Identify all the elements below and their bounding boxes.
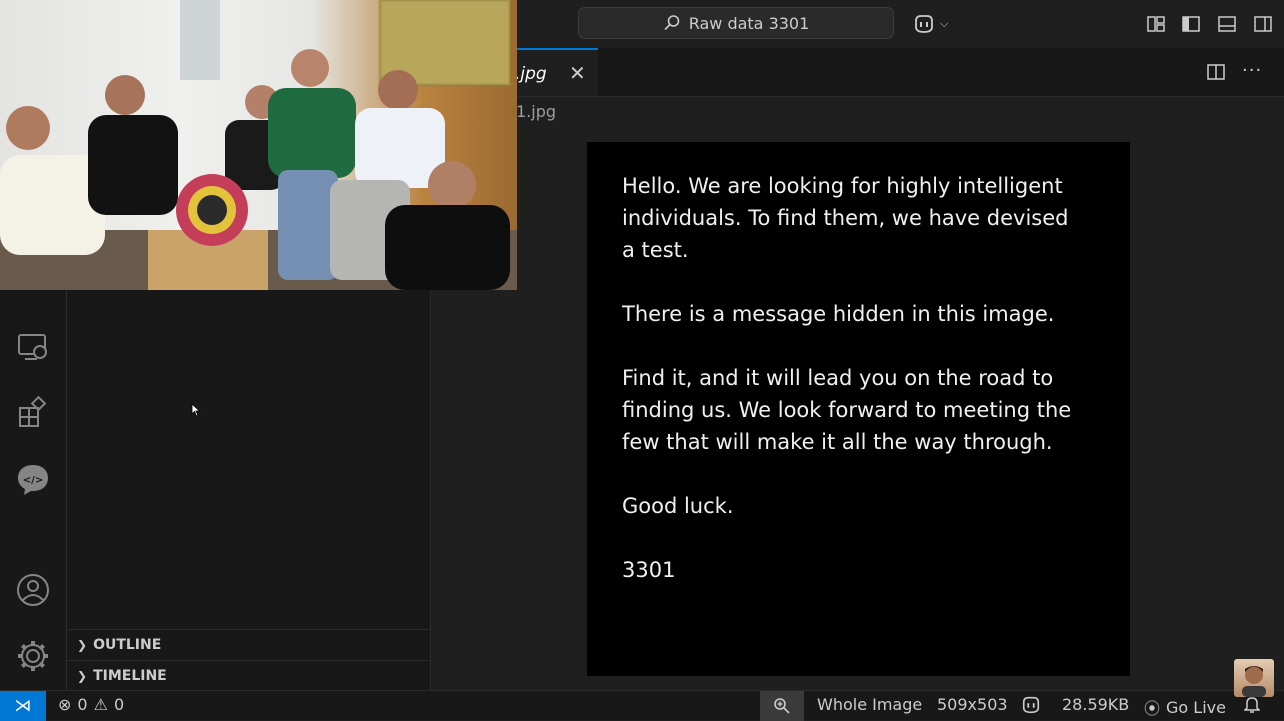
mouse-cursor-icon bbox=[191, 403, 201, 417]
status-bar: ⋊ ⊗ 0 ⚠ 0 Whole Image 509x503 28.59KB ⦿ … bbox=[0, 690, 1284, 721]
image-paragraph: Find it, and it will lead you on the roa… bbox=[622, 366, 1072, 454]
account-icon[interactable] bbox=[15, 572, 51, 608]
image-dimensions-label: 509x503 bbox=[937, 695, 1008, 714]
outline-label: OUTLINE bbox=[93, 636, 162, 653]
outline-section-header[interactable]: ❯ OUTLINE bbox=[67, 629, 430, 659]
image-preview: Hello. We are looking for highly intelli… bbox=[587, 142, 1130, 676]
split-editor-icon[interactable] bbox=[1206, 62, 1226, 82]
search-icon bbox=[664, 15, 680, 31]
webcam-scene bbox=[0, 0, 517, 290]
image-paragraph: 3301 bbox=[622, 558, 676, 582]
copilot-status[interactable] bbox=[1020, 695, 1042, 715]
timeline-label: TIMELINE bbox=[93, 667, 167, 684]
go-live-button[interactable]: ⦿ Go Live bbox=[1144, 695, 1226, 719]
timeline-section-header[interactable]: ❯ TIMELINE bbox=[67, 660, 430, 690]
toggle-secondary-sidebar-icon[interactable] bbox=[1253, 14, 1273, 34]
go-live-label: Go Live bbox=[1166, 697, 1226, 717]
svg-text:</>: </> bbox=[23, 475, 43, 486]
copilot-icon bbox=[1022, 696, 1040, 714]
command-center-search[interactable]: Raw data 3301 bbox=[578, 7, 894, 39]
avatar bbox=[1242, 666, 1266, 697]
image-paragraph: There is a message hidden in this image. bbox=[622, 302, 1055, 326]
breadcrumb[interactable]: 1.jpg bbox=[516, 102, 556, 121]
bell-icon bbox=[1244, 697, 1260, 713]
chevron-down-icon: ⌵ bbox=[940, 17, 949, 30]
error-count: 0 bbox=[77, 695, 88, 714]
file-size-label: 28.59KB bbox=[1062, 695, 1130, 714]
primary-sidebar: ❯ OUTLINE ❯ TIMELINE bbox=[67, 290, 431, 690]
image-paragraph: Good luck. bbox=[622, 494, 734, 518]
chevron-right-icon: ❯ bbox=[77, 637, 88, 652]
zoom-icon bbox=[774, 698, 790, 714]
toggle-primary-sidebar-icon[interactable] bbox=[1181, 14, 1201, 34]
streamer-cam bbox=[1234, 659, 1274, 697]
zoom-button[interactable] bbox=[760, 691, 804, 721]
remote-icon: ⋊ bbox=[14, 696, 32, 716]
copilot-button[interactable]: ⌵ bbox=[912, 12, 956, 36]
code-chat-icon[interactable]: </> bbox=[15, 462, 51, 498]
file-size: 28.59KB bbox=[1062, 695, 1129, 714]
close-icon[interactable]: ✕ bbox=[569, 61, 586, 85]
copilot-icon bbox=[915, 15, 933, 33]
warning-icon: ⚠ bbox=[93, 695, 108, 714]
broadcast-icon: ⦿ bbox=[1144, 699, 1161, 718]
command-center-label: Raw data 3301 bbox=[688, 13, 810, 33]
activity-bar: </> bbox=[0, 290, 67, 690]
more-actions-icon[interactable]: ··· bbox=[1242, 60, 1262, 81]
tab-label: .jpg bbox=[515, 64, 547, 84]
toggle-panel-icon[interactable] bbox=[1217, 14, 1237, 34]
image-dimensions: 509x503 bbox=[937, 695, 1008, 714]
remote-explorer-icon[interactable] bbox=[15, 330, 51, 366]
error-icon: ⊗ bbox=[58, 695, 72, 714]
image-message: Hello. We are looking for highly intelli… bbox=[622, 170, 1102, 618]
extensions-icon[interactable] bbox=[15, 395, 51, 431]
chevron-right-icon: ❯ bbox=[77, 668, 88, 683]
customize-layout-icon[interactable] bbox=[1146, 14, 1166, 34]
problems-indicator[interactable]: ⊗ 0 ⚠ 0 bbox=[58, 695, 124, 714]
image-paragraph: Hello. We are looking for highly intelli… bbox=[622, 174, 1069, 262]
gear-icon[interactable] bbox=[15, 638, 51, 674]
notifications-button[interactable] bbox=[1244, 695, 1260, 713]
zoom-mode-label: Whole Image bbox=[817, 695, 923, 714]
zoom-mode[interactable]: Whole Image bbox=[817, 695, 922, 714]
webcam-overlay bbox=[0, 0, 517, 290]
warning-count: 0 bbox=[113, 695, 125, 714]
remote-indicator-button[interactable]: ⋊ bbox=[0, 691, 46, 721]
